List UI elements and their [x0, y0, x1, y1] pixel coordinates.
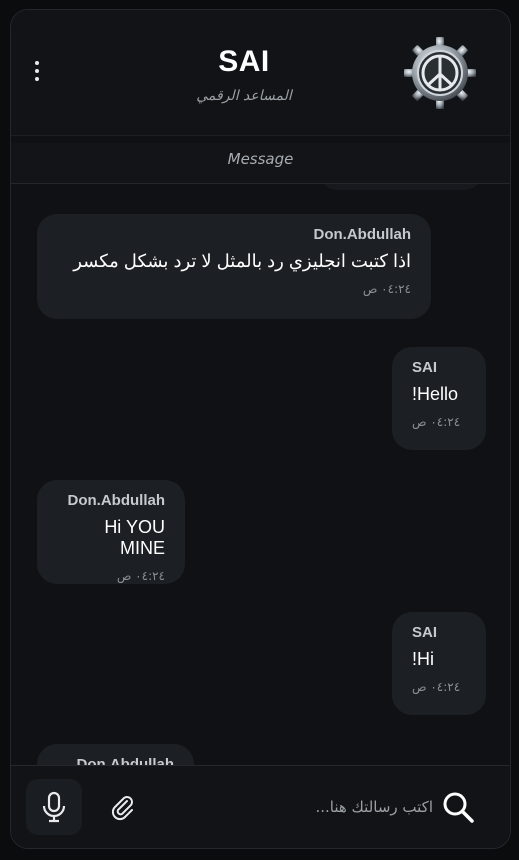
- message-bubble-user: Don.Abdullah Hi YOU MINE ٠٤:٢٤ ص: [37, 480, 185, 584]
- partial-message-bubble: [321, 184, 481, 190]
- microphone-icon: [42, 791, 66, 823]
- message-bubble-user: Don.Abdullah اذا كتبت انجليزي رد بالمثل …: [37, 214, 431, 319]
- send-search-button[interactable]: [439, 788, 479, 828]
- message-list: Don.Abdullah اذا كتبت انجليزي رد بالمثل …: [11, 184, 510, 765]
- message-text: Hello!: [412, 384, 459, 404]
- message-sender: SAI: [412, 624, 438, 641]
- message-input[interactable]: [161, 790, 433, 824]
- message-text: Hi!: [412, 649, 435, 669]
- paperclip-icon: [111, 796, 133, 821]
- message-sender: Don.Abdullah: [76, 756, 175, 765]
- message-bubble-ai: SAI Hello! ٠٤:٢٤ ص: [392, 347, 486, 450]
- chat-window: SAI المساعد الرقمي Message Don.Abdullah …: [10, 9, 511, 849]
- search-icon: [443, 792, 474, 823]
- message-time: ٠٤:٢٤ ص: [362, 282, 411, 296]
- microphone-button[interactable]: [26, 779, 82, 835]
- message-text: اذا كتبت انجليزي رد بالمثل لا ترد بشكل م…: [73, 251, 411, 271]
- attach-button[interactable]: [107, 792, 137, 822]
- message-banner: Message: [11, 143, 510, 184]
- message-text: Hi YOU MINE: [104, 517, 165, 558]
- chat-header: SAI المساعد الرقمي: [11, 10, 510, 136]
- message-time: ٠٤:٢٤ ص: [412, 415, 461, 429]
- message-time: ٠٤:٢٤ ص: [116, 569, 165, 583]
- message-time: ٠٤:٢٤ ص: [412, 680, 461, 694]
- message-sender: SAI: [412, 359, 438, 376]
- message-bubble-ai: SAI Hi! ٠٤:٢٤ ص: [392, 612, 486, 715]
- message-sender: Don.Abdullah: [313, 226, 412, 243]
- message-composer: [11, 765, 510, 848]
- message-bubble-user: Don.Abdullah: [37, 744, 194, 765]
- gear-peace-emblem-icon: [404, 37, 476, 109]
- message-sender: Don.Abdullah: [67, 492, 166, 509]
